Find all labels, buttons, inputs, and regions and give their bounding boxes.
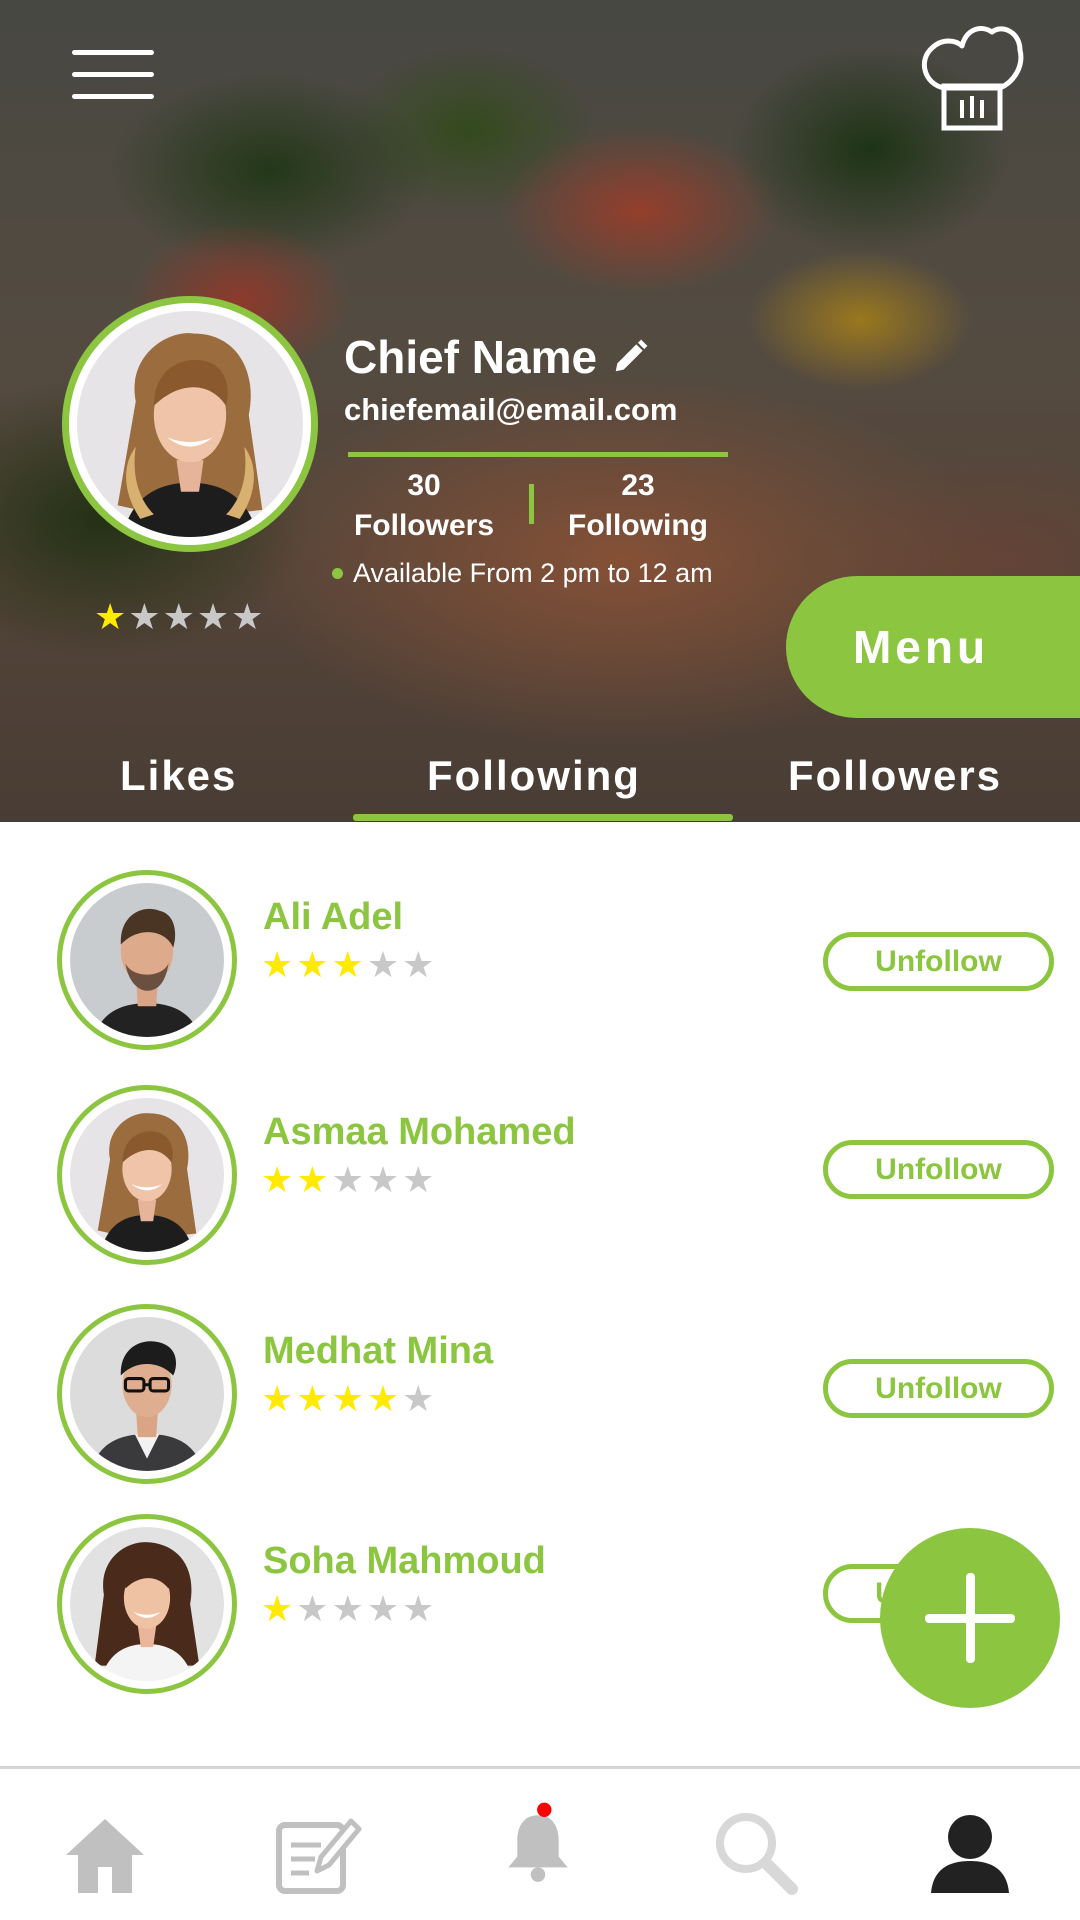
star-filled-icon: ★ bbox=[331, 1379, 364, 1420]
star-empty-icon: ★ bbox=[366, 1160, 400, 1201]
user-name[interactable]: Asmaa Mohamed bbox=[263, 1111, 576, 1154]
star-empty-icon: ★ bbox=[196, 597, 230, 638]
bottom-navigation bbox=[0, 1766, 1080, 1920]
user-name[interactable]: Medhat Mina bbox=[263, 1330, 493, 1373]
list-item[interactable]: Asmaa Mohamed ★ ★ ★ ★ ★ Unfollow bbox=[0, 1085, 1080, 1265]
woman-portrait-icon bbox=[70, 1527, 224, 1681]
star-filled-icon: ★ bbox=[94, 597, 127, 638]
search-icon[interactable] bbox=[710, 1807, 800, 1897]
star-empty-icon: ★ bbox=[296, 1589, 329, 1630]
man-portrait-icon bbox=[70, 883, 224, 1037]
following-label: Following bbox=[568, 509, 708, 542]
profile-icon[interactable] bbox=[925, 1807, 1015, 1897]
star-filled-icon: ★ bbox=[261, 945, 294, 986]
followers-stat[interactable]: 30 Followers bbox=[339, 466, 509, 546]
user-rating: ★ ★ ★ ★ ★ bbox=[261, 948, 434, 984]
unfollow-button[interactable]: Unfollow bbox=[823, 1359, 1054, 1418]
profile-name-text: Chief Name bbox=[344, 331, 598, 383]
followers-label: Followers bbox=[353, 509, 495, 542]
star-filled-icon: ★ bbox=[261, 1379, 294, 1420]
menu-button[interactable]: Menu bbox=[786, 576, 1080, 718]
unfollow-button[interactable]: Unfollow bbox=[823, 932, 1054, 991]
chef-hat-icon[interactable] bbox=[916, 18, 1026, 136]
home-icon[interactable] bbox=[60, 1809, 150, 1899]
avatar[interactable] bbox=[57, 1514, 237, 1694]
list-item[interactable]: Ali Adel ★ ★ ★ ★ ★ Unfollow bbox=[0, 870, 1080, 1050]
active-tab-indicator bbox=[353, 814, 733, 821]
star-empty-icon: ★ bbox=[366, 945, 400, 986]
divider bbox=[348, 452, 728, 457]
star-empty-icon: ★ bbox=[231, 597, 264, 638]
user-rating: ★ ★ ★ ★ ★ bbox=[261, 1163, 434, 1199]
avatar[interactable] bbox=[57, 1304, 237, 1484]
user-name[interactable]: Ali Adel bbox=[263, 896, 403, 939]
bell-icon[interactable] bbox=[493, 1799, 583, 1889]
availability-status: Available From 2 pm to 12 am bbox=[332, 558, 713, 589]
following-count: 23 bbox=[621, 469, 655, 502]
unfollow-button[interactable]: Unfollow bbox=[823, 1140, 1054, 1199]
man-portrait-icon bbox=[70, 1317, 224, 1471]
star-empty-icon: ★ bbox=[402, 1379, 435, 1420]
profile-header: ★ ★ ★ ★ ★ Chief Name chiefemail@email.com 30… bbox=[0, 0, 1080, 822]
star-empty-icon: ★ bbox=[402, 1160, 435, 1201]
star-empty-icon: ★ bbox=[331, 1589, 364, 1630]
availability-text: Available From 2 pm to 12 am bbox=[353, 558, 713, 588]
pencil-icon[interactable] bbox=[611, 338, 649, 376]
list-item[interactable]: Medhat Mina ★ ★ ★ ★ ★ Unfollow bbox=[0, 1304, 1080, 1484]
star-filled-icon: ★ bbox=[331, 945, 364, 986]
avatar[interactable] bbox=[57, 870, 237, 1050]
tab-likes[interactable]: Likes bbox=[120, 752, 237, 800]
star-filled-icon: ★ bbox=[296, 945, 329, 986]
star-filled-icon: ★ bbox=[296, 1379, 329, 1420]
following-stat[interactable]: 23 Following bbox=[553, 466, 723, 546]
star-empty-icon: ★ bbox=[162, 597, 195, 638]
tab-followers[interactable]: Followers bbox=[788, 752, 1002, 800]
star-empty-icon: ★ bbox=[128, 597, 161, 638]
star-empty-icon: ★ bbox=[402, 1589, 435, 1630]
star-empty-icon: ★ bbox=[402, 945, 435, 986]
user-rating: ★ ★ ★ ★ ★ bbox=[261, 1592, 434, 1628]
status-dot-icon bbox=[332, 568, 343, 579]
avatar[interactable] bbox=[57, 1085, 237, 1265]
profile-avatar[interactable] bbox=[62, 296, 318, 552]
profile-name: Chief Name bbox=[344, 330, 649, 384]
woman-portrait-icon bbox=[77, 311, 303, 537]
star-filled-icon: ★ bbox=[261, 1589, 294, 1630]
star-empty-icon: ★ bbox=[366, 1589, 400, 1630]
plus-icon-bar bbox=[966, 1573, 975, 1663]
notification-badge bbox=[537, 1802, 552, 1817]
add-button[interactable] bbox=[880, 1528, 1060, 1708]
star-empty-icon: ★ bbox=[331, 1160, 364, 1201]
hamburger-icon[interactable] bbox=[72, 46, 158, 104]
edit-notes-icon[interactable] bbox=[273, 1807, 363, 1897]
star-filled-icon: ★ bbox=[296, 1160, 329, 1201]
profile-email: chiefemail@email.com bbox=[344, 392, 678, 427]
profile-rating: ★ ★ ★ ★ ★ bbox=[94, 600, 263, 636]
stat-divider bbox=[529, 484, 534, 524]
followers-count: 30 bbox=[407, 469, 441, 502]
star-filled-icon: ★ bbox=[366, 1379, 400, 1420]
user-rating: ★ ★ ★ ★ ★ bbox=[261, 1382, 434, 1418]
woman-portrait-icon bbox=[70, 1098, 224, 1252]
tab-following[interactable]: Following bbox=[427, 752, 641, 800]
user-name[interactable]: Soha Mahmoud bbox=[263, 1540, 546, 1583]
star-filled-icon: ★ bbox=[261, 1160, 294, 1201]
